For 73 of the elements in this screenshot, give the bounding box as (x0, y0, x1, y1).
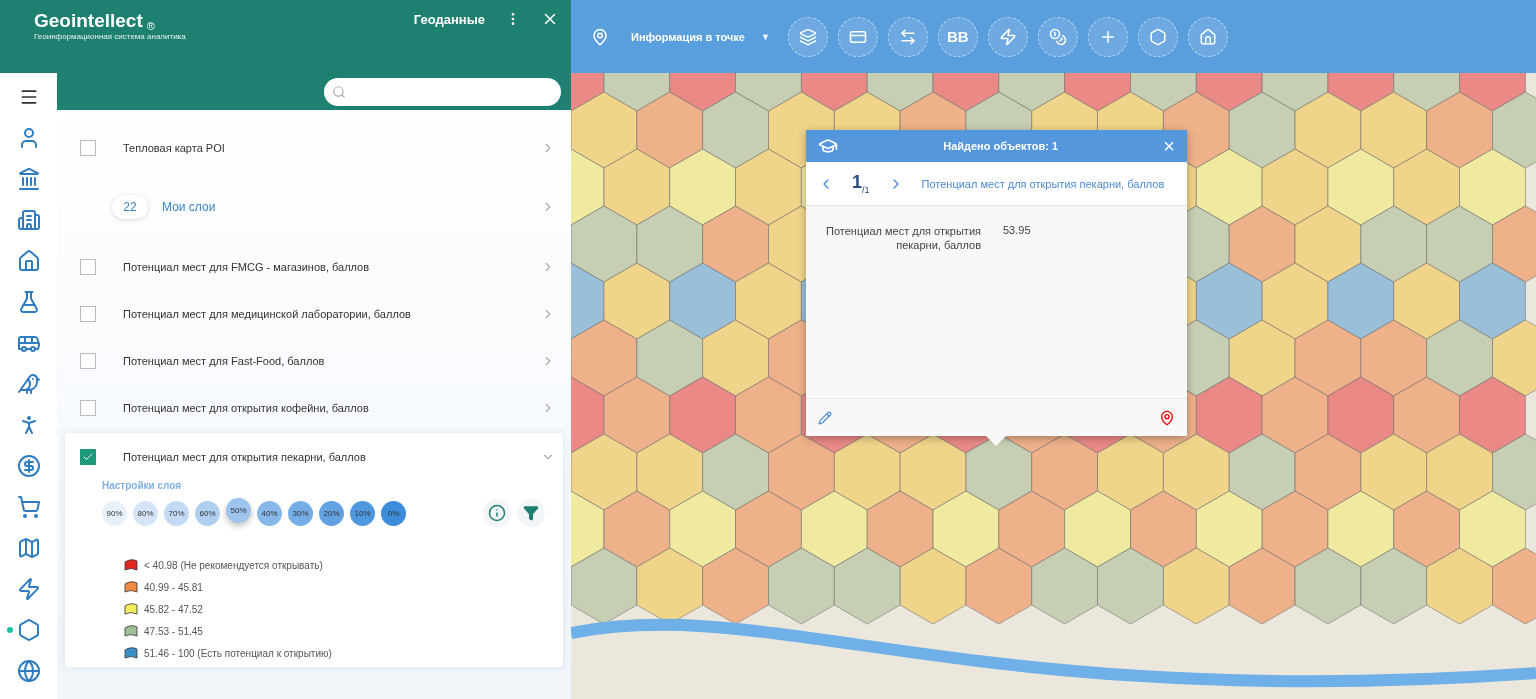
hexagon-icon[interactable] (16, 618, 41, 642)
lightning-tool-button[interactable] (987, 16, 1028, 57)
layer-label: Потенциал мест для открытия пекарни, баллов (123, 450, 367, 463)
settings-title: Настройки слоя (102, 480, 183, 491)
opacity-option[interactable]: 90% (102, 500, 127, 526)
hexagon-tool-button[interactable] (1137, 16, 1178, 57)
legend-label: 47.53 - 51.45 (144, 625, 203, 637)
field-name: Потенциал мест для открытия пекарни, баллов (825, 224, 981, 253)
home-icon[interactable] (16, 249, 41, 273)
checkbox[interactable] (80, 352, 96, 369)
filter-button[interactable] (517, 499, 545, 527)
dollar-icon[interactable] (16, 454, 41, 478)
legend-label: 45.82 - 47.52 (144, 603, 203, 615)
cart-icon[interactable] (16, 495, 41, 519)
close-button[interactable]: × (1163, 136, 1175, 156)
group-label[interactable]: Мои слои (162, 200, 541, 214)
globe-icon[interactable] (16, 659, 41, 683)
hexagon-icon (1148, 27, 1167, 46)
opacity-option[interactable]: 10% (350, 500, 375, 526)
opacity-option[interactable]: 0% (381, 500, 406, 526)
lightning-icon[interactable] (16, 577, 41, 601)
opacity-option[interactable]: 30% (288, 500, 313, 526)
house-tool-button[interactable] (1187, 16, 1228, 57)
search-field[interactable] (324, 77, 561, 106)
info-icon (488, 504, 506, 522)
map-pin-icon[interactable] (1159, 409, 1175, 426)
lightning-icon (998, 27, 1017, 46)
checkbox[interactable] (80, 448, 96, 465)
plus-tool-button[interactable] (1087, 16, 1128, 57)
legend-label: 40.99 - 45.81 (144, 581, 203, 593)
layers-icon (798, 27, 817, 46)
legend-label: 51.46 - 100 (Есть потенциал к открытию) (144, 647, 332, 659)
opacity-option[interactable]: 80% (133, 500, 158, 526)
layer-label: Потенциал мест для Fast-Food, баллов (123, 354, 326, 367)
info-button[interactable] (483, 499, 511, 527)
opacity-option[interactable]: 40% (257, 500, 282, 526)
checkbox[interactable] (80, 258, 96, 275)
coins-icon (1048, 27, 1067, 46)
opacity-option[interactable]: 50% (226, 497, 251, 523)
checkbox[interactable] (80, 139, 96, 156)
opacity-option[interactable]: 60% (195, 500, 220, 526)
checkbox[interactable] (80, 399, 96, 416)
popup-title: Найдено объектов: 1 (942, 140, 1060, 152)
pencil-icon[interactable] (818, 410, 832, 425)
text-tool-button[interactable]: BB (937, 16, 978, 57)
layer-label: Потенциал мест для открытия кофейни, баллов (123, 401, 370, 414)
layer-label: Потенциал мест для FMCG - магазинов, баллов (123, 260, 371, 273)
layer-name: Потенциал мест для открытия пекарни, баллов (921, 177, 1165, 190)
checkbox[interactable] (80, 305, 96, 322)
mode-caret[interactable]: ▼ (760, 31, 770, 42)
coins-tool-button[interactable] (1037, 16, 1078, 57)
legend-label: < 40.98 (Не рекомендуется открывать) (144, 559, 323, 571)
field-value: 53.95 (1003, 224, 1032, 238)
opacity-option[interactable]: 70% (164, 500, 189, 526)
page-counter: 1$_{/1}$ (852, 172, 870, 195)
card-tool-button[interactable] (837, 16, 878, 57)
filter-icon (523, 505, 539, 521)
bird-icon[interactable] (16, 372, 41, 396)
opacity-option[interactable]: 20% (319, 500, 344, 526)
graduation-cap-icon (818, 136, 838, 156)
layer-label: Потенциал мест для медицинской лаборатории, баллов (123, 307, 412, 320)
mode-label[interactable]: Информация в точке (631, 30, 745, 43)
panel-title: Геоданные (413, 11, 485, 27)
buildings-icon[interactable] (16, 208, 41, 232)
layer-label: Тепловая карта POI (123, 141, 226, 154)
active-dot (6, 627, 13, 633)
map-icon[interactable] (16, 536, 41, 560)
layer-count: 22 (112, 195, 148, 219)
arrows-icon (898, 27, 917, 46)
search-icon (332, 84, 346, 99)
arrows-tool-button[interactable] (887, 16, 928, 57)
layers-tool-button[interactable] (787, 16, 828, 57)
map-pin-icon (591, 27, 609, 46)
